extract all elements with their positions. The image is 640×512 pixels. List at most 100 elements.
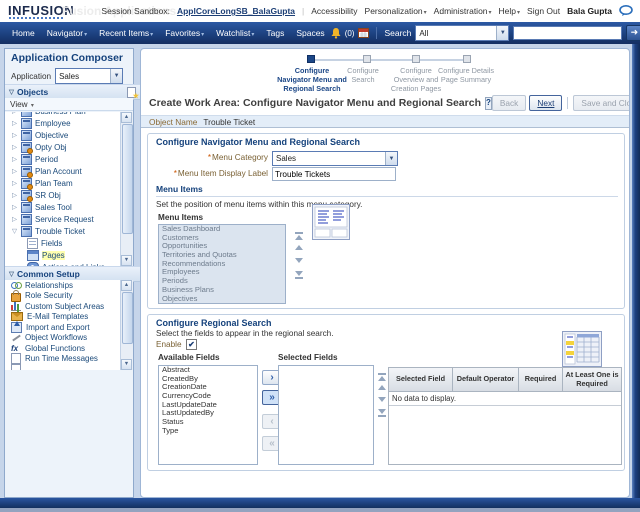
scroll-thumb[interactable] [122, 292, 133, 344]
object-icon [21, 153, 32, 165]
list-item[interactable]: Type [159, 426, 257, 436]
menu-item-display-label-input[interactable] [272, 167, 396, 181]
tree-item-fields[interactable]: Fields [5, 237, 133, 249]
common-item-custom-subject-areas[interactable]: Custom Subject Areas [5, 301, 133, 312]
expand-icon[interactable]: ▷ [11, 179, 18, 187]
tree-item-plan-team[interactable]: ▷ Plan Team [5, 177, 133, 190]
menu-item-display-label-label: *Menu Item Display Label [173, 169, 268, 178]
move-to-bottom-button[interactable] [294, 271, 304, 279]
menu-category-select[interactable]: Sales ▼ [272, 151, 398, 166]
scroll-down-arrow[interactable]: ▼ [121, 359, 132, 370]
sign-out-link[interactable]: Sign Out [527, 6, 560, 16]
collapse-icon[interactable]: ▽ [11, 227, 18, 235]
column-header[interactable]: Default Operator [453, 368, 519, 392]
session-sandbox-link[interactable]: ApplCoreLongSB_BalaGupta [177, 6, 295, 16]
scroll-thumb[interactable] [122, 124, 133, 234]
expand-icon[interactable]: ▷ [11, 191, 18, 199]
administration-menu[interactable]: Administration▾ [434, 6, 492, 16]
next-button[interactable]: Next [529, 95, 563, 111]
train-step-2[interactable] [363, 55, 371, 63]
application-select[interactable]: Sales ▼ [55, 68, 124, 84]
search-go-button[interactable]: ➜ [626, 25, 640, 41]
move-to-bottom-button[interactable] [377, 409, 387, 417]
common-item-import-export[interactable]: Import and Export [5, 320, 133, 333]
tree-item-employee[interactable]: ▷ Employee [5, 117, 133, 129]
search-input[interactable] [513, 26, 623, 40]
move-down-button[interactable] [377, 397, 387, 402]
top-bar: INFUSION Fusion Applications Session San… [0, 0, 640, 22]
menu-items-listbox[interactable]: Sales Dashboard Customers Opportunities … [158, 224, 286, 304]
move-to-top-button[interactable] [294, 232, 304, 240]
expand-icon[interactable]: ▷ [11, 167, 18, 175]
nav-spaces[interactable]: Spaces [290, 28, 330, 38]
global-links: Session Sandbox: ApplCoreLongSB_BalaGupt… [101, 0, 634, 22]
tree-item-pages[interactable]: Pages [5, 249, 133, 261]
column-header[interactable]: Selected Field [389, 368, 453, 392]
common-setup-scrollbar[interactable]: ▲ ▼ [120, 280, 133, 370]
column-header[interactable]: Required [519, 368, 563, 392]
tree-item-period[interactable]: ▷ Period [5, 153, 133, 165]
tree-scrollbar[interactable]: ▲ ▼ [120, 112, 133, 266]
tree-item-trouble-ticket[interactable]: ▽ Trouble Ticket [5, 225, 133, 237]
calendar-icon[interactable] [358, 28, 370, 38]
personalization-menu[interactable]: Personalization▾ [365, 6, 427, 16]
expand-icon[interactable]: ▷ [11, 203, 18, 211]
nav-home[interactable]: Home [6, 28, 41, 38]
help-icon[interactable]: ? [485, 96, 492, 110]
tree-item-plan-account[interactable]: ▷ Plan Account [5, 165, 133, 178]
column-header[interactable]: At Least One is Required [563, 368, 621, 392]
move-to-top-button[interactable] [377, 373, 387, 381]
nav-navigator[interactable]: Navigator▾ [41, 28, 93, 38]
scroll-up-arrow[interactable]: ▲ [121, 280, 132, 291]
help-menu[interactable]: Help▾ [499, 6, 521, 16]
tree-item-opty-obj[interactable]: ▷ Opty Obj [5, 141, 133, 154]
common-item-global-functions[interactable]: fx Global Functions [5, 343, 133, 354]
expand-icon[interactable]: ▷ [11, 215, 18, 223]
save-and-close-button[interactable]: Save and Close [573, 95, 629, 111]
expand-icon[interactable]: ▷ [11, 155, 18, 163]
new-object-icon[interactable] [126, 86, 139, 100]
back-button[interactable]: Back [491, 95, 527, 111]
object-icon [21, 117, 32, 129]
scroll-up-arrow[interactable]: ▲ [121, 112, 132, 123]
tree-item-objective[interactable]: ▷ Objective [5, 129, 133, 141]
tree-item-sr-obj[interactable]: ▷ SR Obj [5, 189, 133, 202]
tree-item-service-request[interactable]: ▷ Service Request [5, 213, 133, 225]
train-step-1[interactable] [307, 55, 315, 63]
session-sandbox-label: Session Sandbox: [101, 6, 170, 16]
expand-icon[interactable]: ▷ [11, 112, 18, 115]
move-up-button[interactable] [294, 245, 304, 250]
train-step-4[interactable] [463, 55, 471, 63]
expand-icon[interactable]: ▷ [11, 143, 18, 151]
common-setup-list: Relationships Role Security Custom Subje… [5, 280, 133, 370]
nav-watchlist[interactable]: Watchlist▾ [210, 28, 260, 38]
expand-icon[interactable]: ▷ [11, 131, 18, 139]
common-item-run-time-messages[interactable]: Run Time Messages [5, 352, 133, 365]
page-icon [11, 363, 21, 370]
list-item[interactable]: Service Requests [162, 302, 222, 303]
enable-checkbox[interactable]: ✔ [186, 339, 197, 350]
common-item-role-security[interactable]: Role Security [5, 289, 133, 302]
notifications-bell-icon[interactable] [331, 27, 341, 39]
nav-favorites[interactable]: Favorites▾ [159, 28, 210, 38]
common-item-email-templates[interactable]: E-Mail Templates [5, 312, 133, 323]
accessibility-link[interactable]: Accessibility [311, 6, 357, 16]
move-down-button[interactable] [294, 258, 304, 263]
view-menu-button[interactable]: View ▾ [10, 100, 34, 109]
nav-tags[interactable]: Tags [260, 28, 290, 38]
scroll-down-arrow[interactable]: ▼ [121, 255, 132, 266]
expand-icon[interactable]: ▷ [11, 119, 18, 127]
move-up-button[interactable] [377, 385, 387, 390]
function-icon: fx [11, 343, 19, 353]
common-item-relationships[interactable]: Relationships [5, 280, 133, 291]
common-item-object-workflows[interactable]: Object Workflows [5, 333, 133, 344]
train-step-3[interactable] [412, 55, 420, 63]
search-scope-select[interactable]: All ▼ [415, 25, 510, 41]
available-fields-listbox[interactable]: Abstract CreatedBy CreationDate Currency… [158, 365, 258, 465]
conversation-icon[interactable] [619, 5, 634, 17]
selected-fields-listbox[interactable] [278, 365, 374, 465]
tree-item-sales-tool[interactable]: ▷ Sales Tool [5, 201, 133, 213]
divider [567, 97, 569, 109]
common-item-partial[interactable] [5, 363, 133, 370]
nav-recent-items[interactable]: Recent Items▾ [93, 28, 159, 38]
